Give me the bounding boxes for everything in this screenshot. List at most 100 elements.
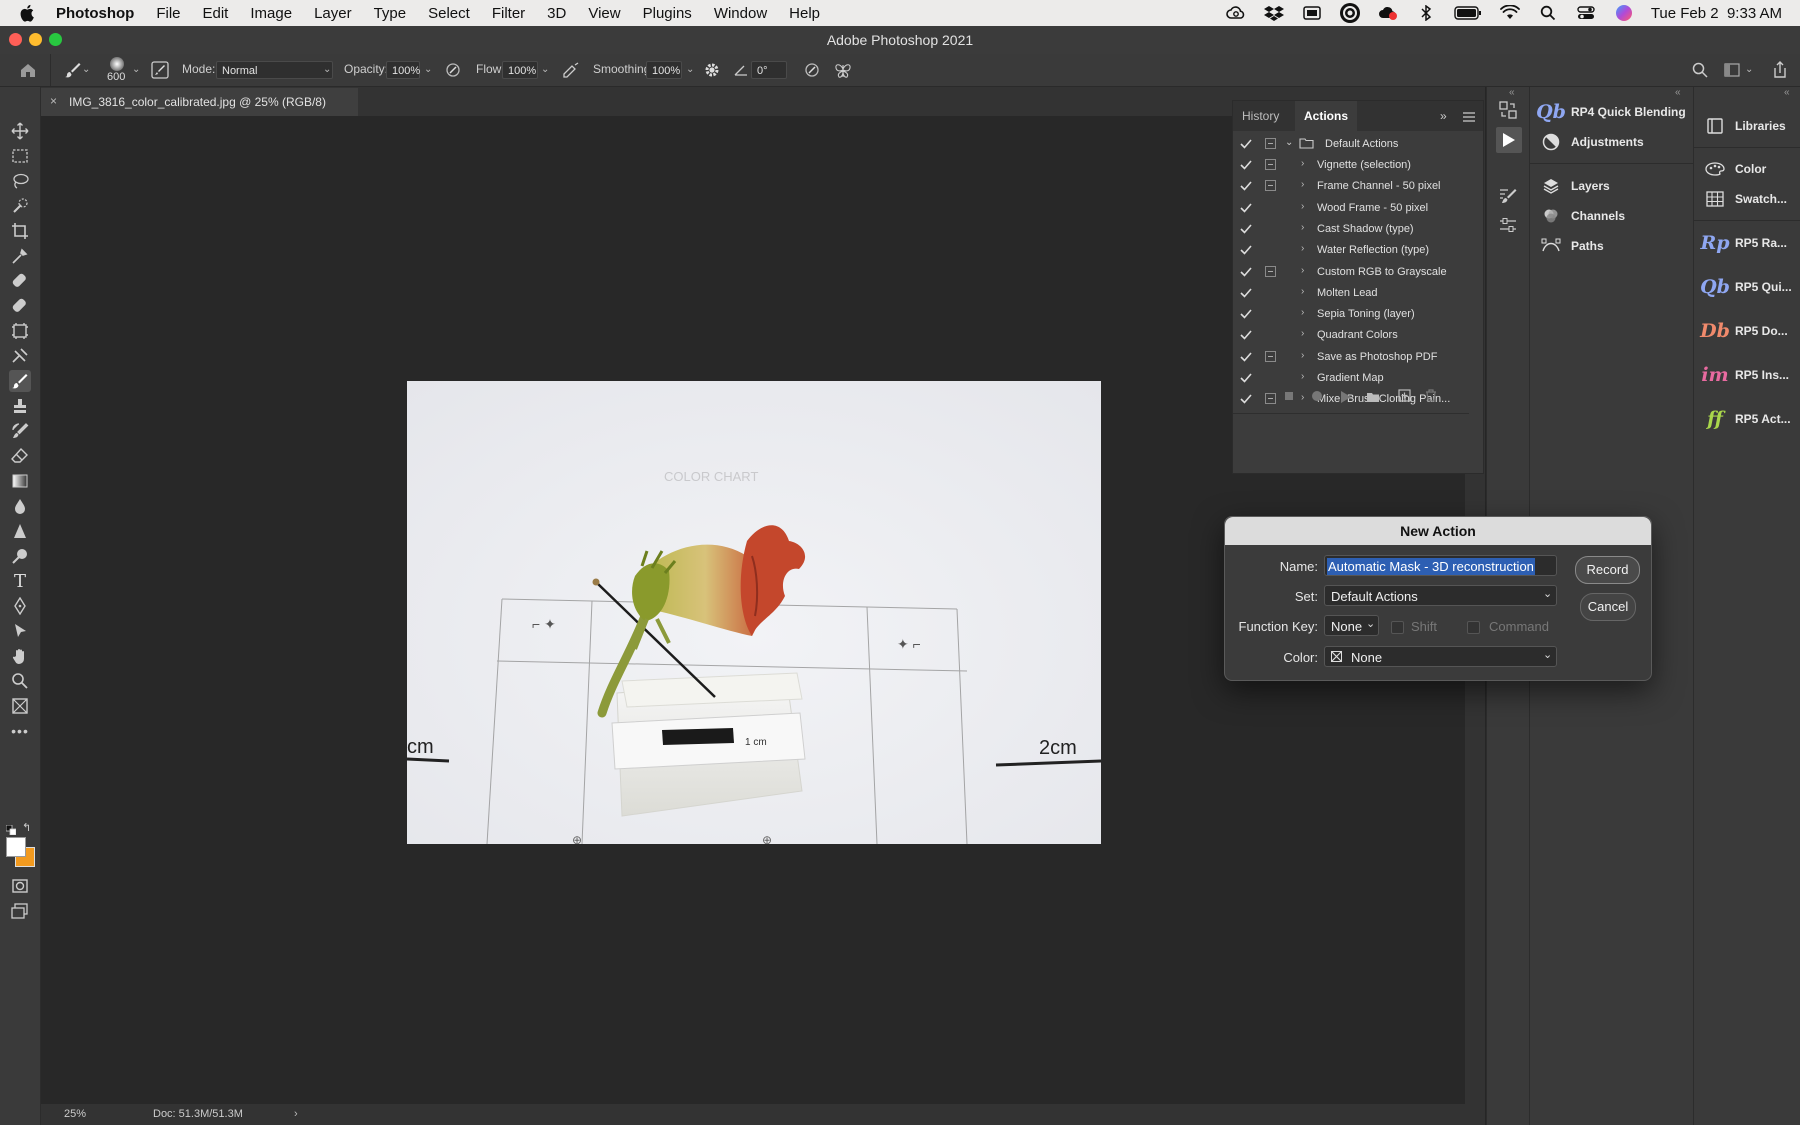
chevron-right-icon[interactable]: › [1301, 350, 1304, 361]
menu-file[interactable]: File [156, 5, 180, 22]
menu-type[interactable]: Type [374, 5, 407, 22]
status-menu-chevron-icon[interactable]: › [294, 1108, 298, 1120]
action-row[interactable]: › Custom RGB to Grayscale [1233, 262, 1469, 283]
flow-input[interactable]: 100% [502, 61, 538, 79]
brush-preview-icon[interactable] [110, 57, 124, 71]
healing-brush-tool-icon[interactable] [9, 270, 31, 292]
check-icon[interactable] [1240, 222, 1252, 236]
menubar-clock[interactable]: Tue Feb 2 9:33 AM [1651, 5, 1782, 22]
color-select[interactable]: None [1324, 646, 1557, 667]
chevron-right-icon[interactable]: › [1301, 243, 1304, 254]
collapse-dock-icon[interactable]: « [1509, 87, 1515, 98]
brush-tool-icon[interactable] [64, 61, 82, 82]
chevron-down-icon[interactable]: ⌄ [1745, 64, 1753, 75]
pressure-size-icon[interactable] [804, 62, 820, 81]
new-set-folder-icon[interactable] [1366, 390, 1380, 408]
dialog-toggle-empty[interactable] [1265, 223, 1276, 234]
check-icon[interactable] [1240, 243, 1252, 257]
share-icon[interactable] [1772, 61, 1788, 82]
dock-item-rp5-act[interactable]: ff RP5 Act... [1694, 405, 1800, 433]
menu-image[interactable]: Image [250, 5, 292, 22]
chevron-down-icon[interactable]: ⌄ [424, 64, 432, 75]
zoom-tool-icon[interactable] [9, 670, 31, 692]
dialog-toggle-icon[interactable] [1265, 350, 1276, 362]
spotlight-search-icon[interactable] [1537, 5, 1559, 21]
battery-icon[interactable] [1453, 5, 1483, 21]
dock-item-adjustments[interactable]: Adjustments [1530, 128, 1693, 156]
record-button[interactable]: Record [1575, 556, 1640, 584]
dock-item-color[interactable]: Color [1694, 155, 1800, 183]
dialog-toggle-empty[interactable] [1265, 372, 1276, 383]
menu-filter[interactable]: Filter [492, 5, 525, 22]
chevron-right-icon[interactable]: › [1301, 201, 1304, 212]
brush-tool-active-icon[interactable] [9, 370, 31, 392]
siri-icon[interactable] [1613, 5, 1635, 21]
stop-icon[interactable] [1285, 392, 1293, 400]
chevron-right-icon[interactable]: › [1301, 371, 1304, 382]
chevron-right-icon[interactable]: › [1301, 307, 1304, 318]
dialog-toggle-empty[interactable] [1265, 202, 1276, 213]
action-row[interactable]: › Vignette (selection) [1233, 155, 1469, 176]
menu-plugins[interactable]: Plugins [643, 5, 692, 22]
tab-history[interactable]: History [1233, 101, 1288, 131]
play-icon[interactable] [1341, 390, 1351, 408]
menu-3d[interactable]: 3D [547, 5, 566, 22]
move-tool-icon[interactable] [9, 120, 31, 142]
gradient-tool-icon[interactable] [9, 470, 31, 492]
dock-item-rp5-ins[interactable]: im RP5 Ins... [1694, 361, 1800, 389]
chevron-right-icon[interactable]: › [1301, 265, 1304, 276]
dialog-toggle-empty[interactable] [1265, 329, 1276, 340]
type-tool-icon[interactable]: T [9, 570, 31, 592]
home-icon[interactable] [18, 60, 38, 83]
action-row[interactable]: › Molten Lead [1233, 283, 1469, 304]
dock-item-rp4-quick-blending[interactable]: Qb RP4 Quick Blending [1530, 98, 1693, 126]
art-history-brush-icon[interactable] [9, 420, 31, 442]
pressure-opacity-icon[interactable] [445, 62, 461, 81]
control-center-icon[interactable] [1575, 5, 1597, 21]
chevron-down-icon[interactable]: ⌄ [541, 64, 549, 75]
tab-actions[interactable]: Actions [1295, 101, 1358, 131]
brush-size[interactable]: 600 [107, 71, 125, 83]
dock-item-rp5-ra[interactable]: Rp RP5 Ra... [1694, 229, 1800, 257]
eyedropper-tool-icon[interactable] [9, 245, 31, 267]
foreground-color-swatch[interactable] [6, 837, 26, 857]
actions-panel-icon[interactable] [1496, 127, 1522, 153]
brush-settings-icon[interactable] [151, 61, 169, 82]
set-select[interactable]: Default Actions [1324, 585, 1557, 606]
zoom-window-button[interactable] [49, 33, 62, 46]
quick-selection-tool-icon[interactable] [9, 195, 31, 217]
screen-mirroring-icon[interactable] [1301, 5, 1323, 21]
screen-mode-icon[interactable] [9, 900, 31, 922]
brush-settings-panel-icon[interactable] [1498, 186, 1518, 211]
chevron-down-icon[interactable]: ⌄ [82, 64, 90, 75]
trash-icon[interactable] [1425, 389, 1437, 407]
dropbox-icon[interactable] [1263, 5, 1285, 21]
circle-logo-icon[interactable] [1339, 3, 1361, 23]
menu-edit[interactable]: Edit [203, 5, 229, 22]
sharpen-tool-icon[interactable] [9, 520, 31, 542]
opacity-input[interactable]: 100% [386, 61, 420, 79]
dialog-toggle-empty[interactable] [1265, 244, 1276, 255]
history-brush-tool-icon[interactable] [9, 345, 31, 367]
dock-item-paths[interactable]: Paths [1530, 232, 1693, 260]
dock-item-rp5-do[interactable]: Db RP5 Do... [1694, 317, 1800, 345]
menu-view[interactable]: View [588, 5, 620, 22]
dock-item-swatches[interactable]: Swatch... [1694, 185, 1800, 213]
action-row[interactable]: › Quadrant Colors [1233, 325, 1469, 346]
gear-icon[interactable] [704, 62, 720, 81]
search-icon[interactable] [1692, 62, 1708, 81]
dock-item-channels[interactable]: Channels [1530, 202, 1693, 230]
eraser-tool-icon[interactable] [9, 445, 31, 467]
close-tab-icon[interactable]: × [50, 94, 57, 108]
pen-tool-icon[interactable] [9, 595, 31, 617]
crop-tool-icon[interactable] [9, 220, 31, 242]
action-row[interactable]: › Wood Frame - 50 pixel [1233, 198, 1469, 219]
record-icon[interactable] [1312, 391, 1322, 401]
angle-input[interactable]: 0° [751, 61, 787, 79]
path-selection-tool-icon[interactable] [9, 620, 31, 642]
action-row[interactable]: › Cast Shadow (type) [1233, 219, 1469, 240]
dock-item-layers[interactable]: Layers [1530, 172, 1693, 200]
dialog-toggle-icon[interactable] [1265, 265, 1276, 277]
check-icon[interactable] [1240, 179, 1252, 193]
creative-cloud-icon[interactable] [1225, 5, 1247, 21]
